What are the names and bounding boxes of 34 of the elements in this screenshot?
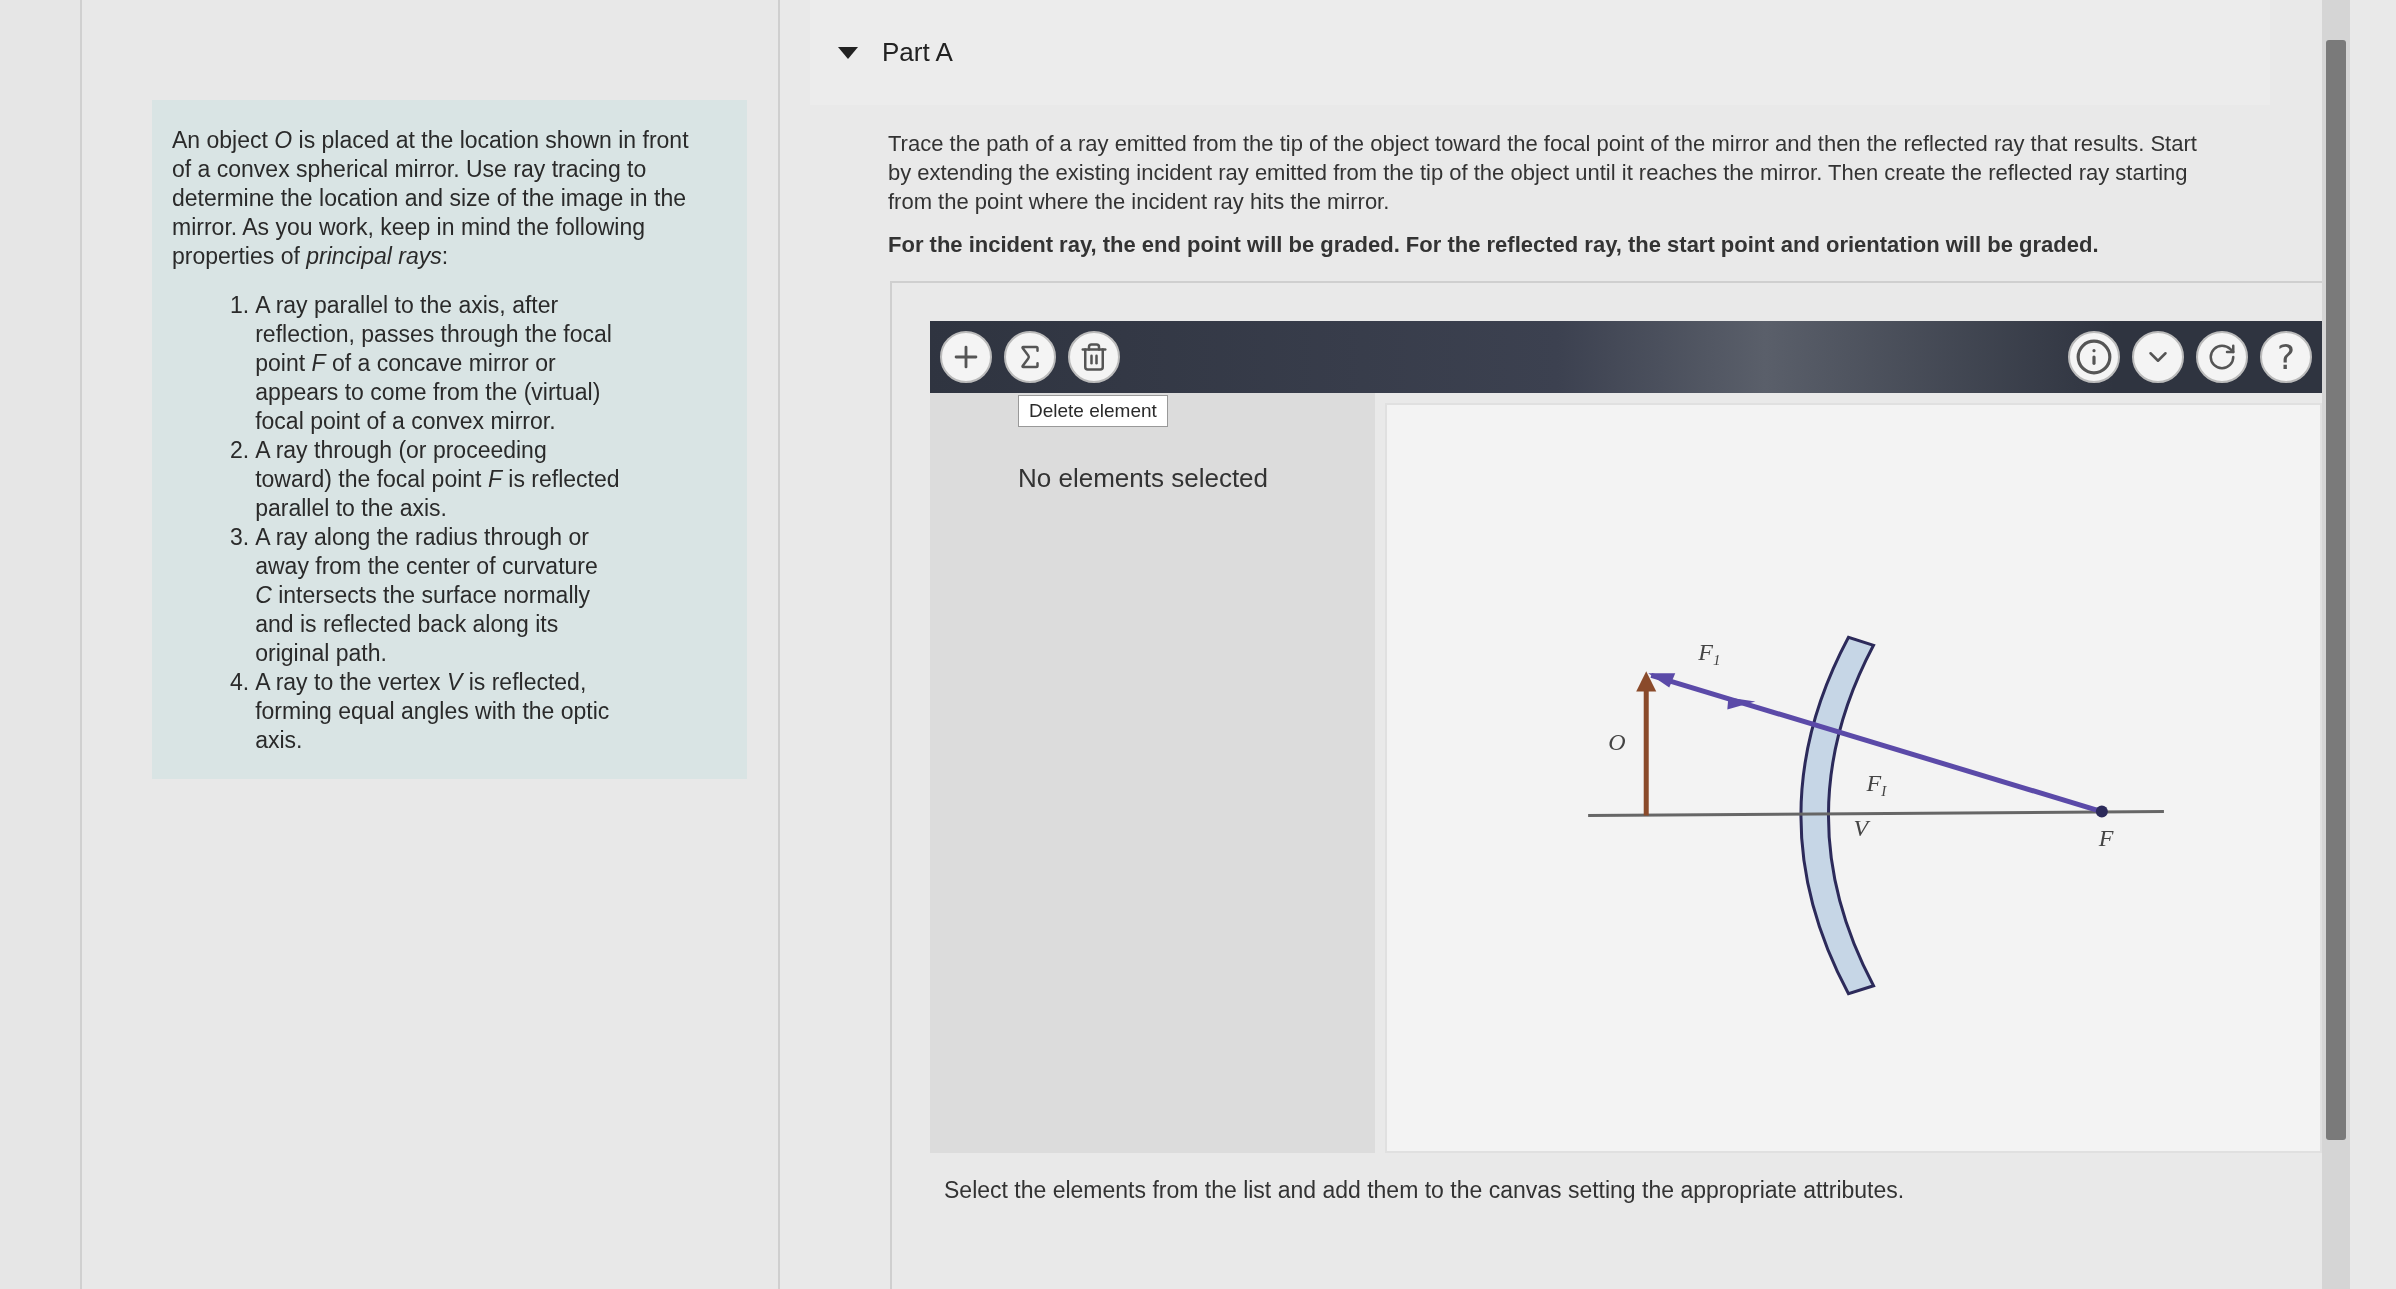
part-title: Part A — [882, 37, 953, 68]
property-text: A ray to the vertex V is reflected, forming equal angles with the optic axis. — [255, 668, 611, 755]
scrollbar[interactable] — [2322, 0, 2350, 1289]
delete-button[interactable] — [1068, 331, 1120, 383]
tooltip: Delete element — [1018, 395, 1168, 427]
scrollbar-thumb[interactable] — [2326, 40, 2346, 1140]
diagram-label: F — [2098, 824, 2114, 851]
diagram-label: V — [1853, 814, 1869, 841]
dropdown-button[interactable] — [2132, 331, 2184, 383]
list-number: 3. — [230, 523, 250, 552]
trash-icon — [1079, 342, 1109, 372]
reset-button[interactable] — [2196, 331, 2248, 383]
diagram-label: O — [1608, 729, 1626, 756]
problem-text: An object O is placed at the location shown in front of a convex spherical mirror. Use ray tracing to determine the location and size of the image in the mirror. As you work, keep in mind the following properties of principal rays: — [172, 126, 690, 271]
drawing-canvas[interactable]: O F$_{1}$ F$_{I}$ V F — [1385, 403, 2322, 1153]
sigma-button[interactable] — [1004, 331, 1056, 383]
list-number: 4. — [230, 668, 250, 697]
list-number: 1. — [230, 291, 250, 320]
instructions-text: Trace the path of a ray emitted from the tip of the object toward the focal point of the mirror and then the reflected ray that results. Start by extending the existing incident ray emitted from the tip of the object until it reaches the mirror. Then create the reflected ray starting from the point where the incident ray hits the mirror. — [888, 130, 2198, 216]
property-text: A ray along the radius through or away from the center of curvature C intersects the surface normally and is reflected back along its original path. — [255, 523, 599, 668]
info-icon — [2075, 338, 2113, 376]
collapse-toggle-icon[interactable] — [838, 45, 858, 60]
footer-text: Select the elements from the list and add them to the canvas setting the appropriate attributes. — [943, 1176, 1906, 1204]
add-button[interactable] — [940, 331, 992, 383]
selection-status: No elements selected — [1018, 463, 1270, 494]
list-number: 2. — [230, 436, 250, 465]
diagram-label: F$_{1}$ — [1698, 639, 1721, 669]
help-button[interactable]: ? — [2260, 331, 2312, 383]
property-text: A ray through (or proceeding toward) the focal point F is reflected parallel to the axis. — [255, 436, 620, 523]
diagram-label: F$_{I}$ — [1866, 769, 1887, 799]
refresh-icon — [2207, 342, 2237, 372]
grading-note: For the incident ray, the end point will be graded. For the reflected ray, the start point and orientation will be graded. — [888, 231, 2100, 259]
property-text: A ray parallel to the axis, after reflection, passes through the focal point F of a concave mirror or appears to come from the (virtual) focal point of a convex mirror. — [255, 291, 613, 436]
info-button[interactable] — [2068, 331, 2120, 383]
